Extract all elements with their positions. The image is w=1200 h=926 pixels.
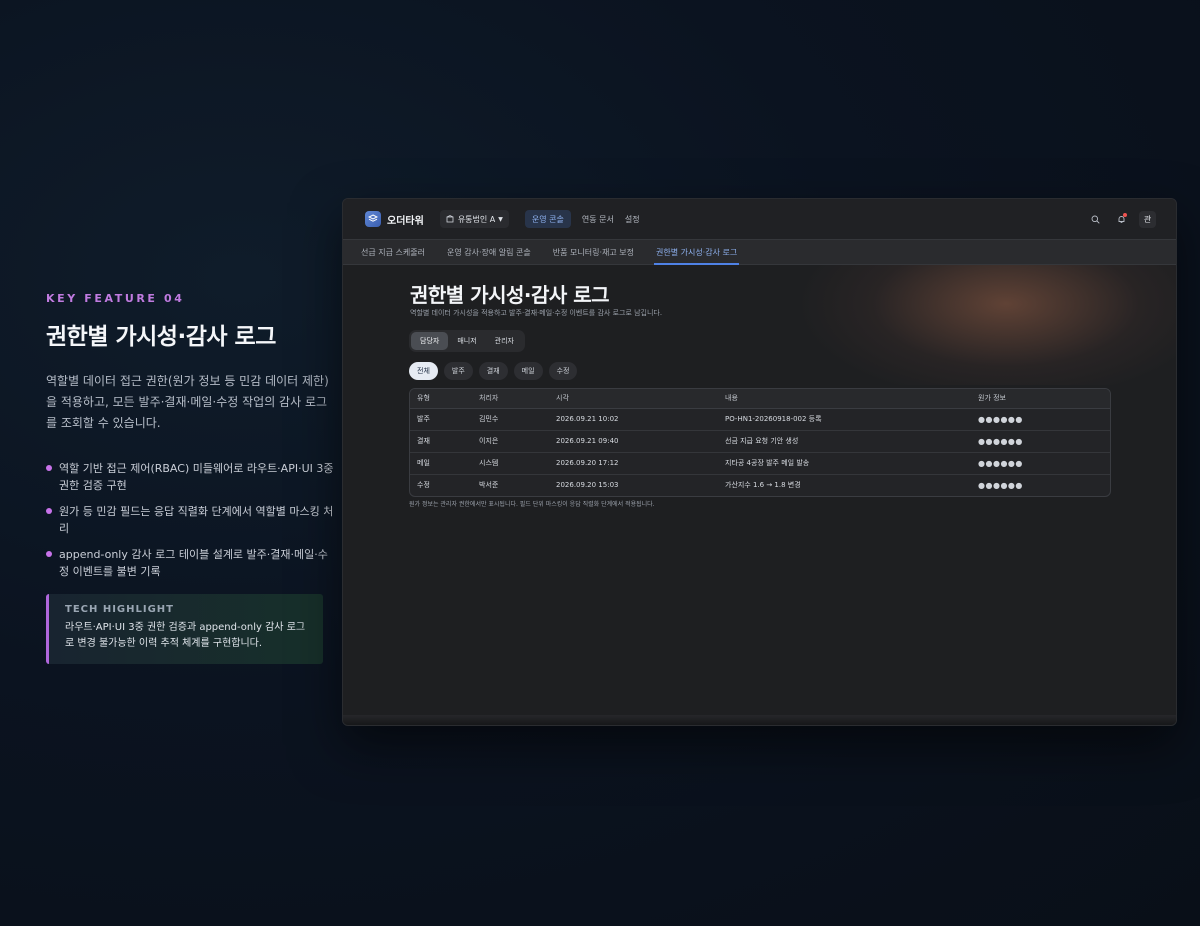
column-header-cost: 원가 정보 [971,389,1110,409]
column-header-actor: 처리자 [472,389,549,409]
cell-actor: 박서준 [479,481,499,490]
role-switcher: 담당자 매니저 관리자 [409,330,525,352]
feature-bullet: append-only 감사 로그 테이블 설계로 발주·결재·메일·수정 이벤… [46,546,336,580]
cell-time: 2026.09.21 09:40 [549,430,718,453]
cell-actor: 시스템 [472,452,549,475]
role-manager-button[interactable]: 매니저 [448,332,485,350]
tech-highlight-box: TECH HIGHLIGHT 라우트·API·UI 3중 권한 검증과 appe… [46,594,323,664]
feature-bullet: 역할 기반 접근 제어(RBAC) 미들웨어로 라우트·API·UI 3중 권한… [46,460,336,494]
column-header-type: 유형 [410,389,472,409]
filter-order-chip[interactable]: 발주 [443,362,473,380]
role-admin-button[interactable]: 관리자 [486,332,523,350]
feature-bullets: 역할 기반 접근 제어(RBAC) 미들웨어로 라우트·API·UI 3중 권한… [46,460,336,580]
tab-ops-audit-alerts[interactable]: 운영 감사·장애 알림 콘솔 [447,240,531,264]
filter-mail-chip[interactable]: 메일 [513,362,543,380]
cell-time: 2026.09.20 17:12 [549,452,718,475]
org-selector-label: 유통법인 A [457,214,496,224]
table-row[interactable]: 결재 이지은 2026.09.21 09:40 선금 지급 요청 기안 생성 ●… [410,430,1110,453]
cell-time: 2026.09.21 10:02 [549,408,718,431]
cell-time: 2026.09.20 15:03 [556,481,619,490]
role-staff-button[interactable]: 담당자 [411,332,449,350]
feature-title: 권한별 가시성·감사 로그 [46,324,276,350]
nav-integration-docs[interactable]: 연동 문서 [582,214,614,225]
cell-type: 결재 [410,430,472,453]
bullet-dot-icon [46,551,52,557]
tech-highlight-title: TECH HIGHLIGHT [65,604,174,615]
cell-type: 발주 [410,408,472,431]
tab-permission-audit-log[interactable]: 권한별 가시성·감사 로그 [653,240,740,265]
table-row[interactable]: 메일 시스템 2026.09.20 17:12 지타공 4공장 발주 메일 발송… [410,452,1110,475]
search-icon[interactable] [1087,212,1103,228]
table-footnote: 원가 정보는 관리자 권한에서만 표시됩니다. 필드 단위 마스킹이 응답 직렬… [409,501,655,508]
cell-content: 선금 지급 요청 기안 생성 [718,430,971,453]
main-content: 권한별 가시성·감사 로그 역할별 데이터 가시성을 적용하고 발주·결재·메일… [343,265,1176,725]
filter-all-chip[interactable]: 전체 [409,362,438,380]
table-row[interactable]: 수정 박서준 2026.09.20 15:03 가산지수 1.6 → 1.8 변… [410,474,1110,496]
bullet-dot-icon [46,465,52,471]
background-glow [796,265,1176,385]
cell-cost-masked: ●●●●●● [971,452,1110,475]
table-header-row: 유형 처리자 시각 내용 원가 정보 [410,389,1110,409]
building-icon [446,215,454,223]
tech-highlight-body: 라우트·API·UI 3중 권한 검증과 append-only 감사 로그로 … [65,622,306,649]
cell-actor: 이지은 [472,430,549,453]
cell-type: 메일 [410,452,472,475]
app-window: 오더타워 유통법인 A ▼ 운영 콘솔 연동 문서 설정 관 선급 지급 스케줄… [342,198,1177,726]
nav-operations-console[interactable]: 운영 콘솔 [524,210,571,228]
cell-cost-masked: ●●●●●● [978,480,1023,490]
page-title: 권한별 가시성·감사 로그 [410,283,610,307]
cell-type: 수정 [417,481,430,490]
top-right-actions: 관 [1077,211,1156,228]
page-subtitle: 역할별 데이터 가시성을 적용하고 발주·결재·메일·수정 이벤트를 감사 로그… [410,309,663,317]
cell-cost-masked: ●●●●●● [971,408,1110,431]
cell-actor: 김민수 [472,408,549,431]
feature-kicker: KEY FEATURE 04 [46,292,185,305]
avatar[interactable]: 관 [1139,211,1156,228]
column-header-time: 시각 [549,389,718,409]
bullet-dot-icon [46,508,52,514]
org-selector[interactable]: 유통법인 A ▼ [439,210,509,228]
cell-content: 지타공 4공장 발주 메일 발송 [718,452,971,475]
audit-log-table: 유형 처리자 시각 내용 원가 정보 발주 김민수 2026.09.21 10:… [409,388,1111,497]
caret-down-icon: ▼ [498,215,503,223]
cell-content: PO-HN1-20260918-002 등록 [718,408,971,431]
top-bar: 오더타워 유통법인 A ▼ 운영 콘솔 연동 문서 설정 관 [343,199,1176,239]
feature-description: 역할별 데이터 접근 권한(원가 정보 등 민감 데이터 제한)을 적용하고, … [46,374,329,430]
nav-settings[interactable]: 설정 [625,214,640,225]
tab-returns-monitoring[interactable]: 반품 모니터링·재고 보정 [553,240,634,264]
tab-prepayment-scheduler[interactable]: 선급 지급 스케줄러 [361,240,425,264]
column-header-content: 내용 [718,389,971,409]
filter-approval-chip[interactable]: 결재 [478,362,508,380]
table-row[interactable]: 발주 김민수 2026.09.21 10:02 PO-HN1-20260918-… [410,408,1110,431]
bell-icon[interactable] [1113,212,1129,228]
brand-logo-icon[interactable] [365,211,381,227]
feature-panel: KEY FEATURE 04 권한별 가시성·감사 로그 역할별 데이터 접근 … [46,292,336,664]
feature-bullet: 원가 등 민감 필드는 응답 직렬화 단계에서 역할별 마스킹 처리 [46,503,336,537]
filter-edit-chip[interactable]: 수정 [548,362,578,380]
cell-cost-masked: ●●●●●● [971,430,1110,453]
notification-dot [1123,212,1127,217]
cell-content: 가산지수 1.6 → 1.8 변경 [725,481,801,490]
sub-navigation: 선급 지급 스케줄러 운영 감사·장애 알림 콘솔 반품 모니터링·재고 보정 … [343,239,1176,265]
event-type-filters: 전체 발주 결재 메일 수정 [409,362,583,380]
brand-name[interactable]: 오더타워 [387,212,424,227]
